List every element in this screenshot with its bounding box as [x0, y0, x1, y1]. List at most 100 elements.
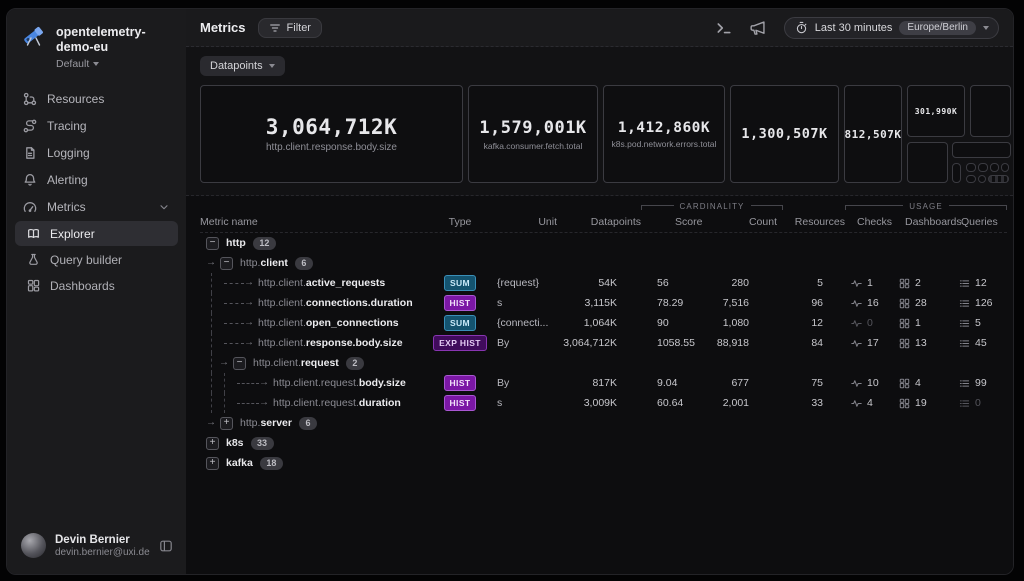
megaphone-icon[interactable] [750, 20, 766, 36]
col-queries[interactable]: Queries [953, 216, 1007, 228]
treemap-box[interactable] [952, 163, 961, 183]
col-unit[interactable]: Unit [487, 216, 563, 228]
table-row[interactable]: →−http.client.request2 [200, 353, 1007, 373]
col-datapoints[interactable]: Datapoints [563, 216, 641, 228]
treemap-box-kafka.consumer.fetch.total[interactable]: 1,579,001K kafka.consumer.fetch.total [468, 85, 598, 183]
score-cell: 9.04 [641, 377, 713, 389]
treemap-box-k8s.pod.network.errors.total[interactable]: 1,412,860Kk8s.pod.network.errors.total [603, 85, 725, 183]
sidebar-item-explorer[interactable]: Explorer [15, 221, 178, 246]
tree-connector [237, 403, 259, 404]
sidebar-collapse-icon[interactable] [159, 539, 173, 553]
col-checks[interactable]: Checks [845, 216, 893, 228]
treemap-box[interactable]: 301,990K [907, 85, 965, 137]
expand-toggle-minus-icon[interactable]: − [220, 257, 233, 270]
checks-icon [851, 378, 862, 389]
user-section[interactable]: Devin Bernier devin.bernier@uxi.de [7, 521, 186, 574]
expand-toggle-minus-icon[interactable]: − [206, 237, 219, 250]
filter-button[interactable]: Filter [258, 18, 322, 38]
sidebar-item-logging[interactable]: Logging [7, 140, 186, 166]
treemap-section: Datapoints 3,064,712Khttp.client.respons… [186, 47, 1013, 196]
sidebar-item-resources[interactable]: Resources [7, 86, 186, 112]
datapoints-cell: 54K [563, 277, 641, 289]
sidebar-item-alerting[interactable]: Alerting [7, 167, 186, 193]
datapoints-cell: 817K [563, 377, 641, 389]
table-row[interactable]: →−http.client6 [200, 253, 1007, 273]
expand-toggle-minus-icon[interactable]: − [233, 357, 246, 370]
metric-type-cell: EXP HIST [433, 335, 487, 351]
dashboards-icon [899, 338, 910, 349]
environment-selector[interactable]: Default [56, 58, 186, 70]
metrics-subnav: Explorer Query builder Dashboards [7, 221, 186, 298]
unit-cell: s [487, 397, 563, 409]
tree-arrow-icon: → [259, 398, 269, 408]
treemap-box-http.client.response.body.size[interactable]: 3,064,712Khttp.client.response.body.size [200, 85, 463, 183]
tree-arrow-icon: → [244, 278, 254, 288]
count-cell: 2,001 [713, 397, 783, 409]
sidebar-item-dashboards[interactable]: Dashboards [7, 273, 186, 298]
sidebar-item-tracing[interactable]: Tracing [7, 113, 186, 139]
table-row[interactable]: →http.client.active_requestsSUM{request}… [200, 273, 1007, 293]
treemap-box[interactable] [978, 175, 986, 183]
col-dashboards[interactable]: Dashboards [893, 216, 953, 228]
table-row[interactable]: →http.client.request.body.sizeHISTBy817K… [200, 373, 1007, 393]
dashboards-cell: 1 [893, 317, 953, 329]
col-score[interactable]: Score [641, 216, 713, 228]
checks-cell: 16 [845, 297, 893, 309]
col-metric-name[interactable]: Metric name [200, 216, 433, 228]
treemap-box[interactable] [988, 175, 1009, 183]
metric-segment: active_requests [306, 277, 385, 289]
checks-icon [851, 338, 862, 349]
treemap-value: 1,579,001K [479, 118, 586, 138]
treemap-box[interactable] [907, 142, 948, 183]
treemap-box[interactable] [1001, 163, 1009, 172]
treemap-box[interactable] [952, 142, 1011, 158]
metric-count-badge: 6 [299, 417, 317, 430]
col-resources[interactable]: Resources [783, 216, 845, 228]
metric-segment: server [260, 417, 292, 429]
expand-toggle-plus-icon[interactable]: + [206, 457, 219, 470]
treemap-box[interactable] [966, 175, 976, 183]
sidebar-item-metrics[interactable]: Metrics [7, 194, 186, 220]
tree-connector [224, 303, 244, 304]
metric-name-cell: →http.client.active_requests [200, 273, 433, 293]
workspace-name: opentelemetry-demo-eu [56, 22, 174, 55]
col-count[interactable]: Count [713, 216, 783, 228]
table-row[interactable]: →http.client.open_connectionsSUM{connect… [200, 313, 1007, 333]
table-row[interactable]: +k8s33 [200, 433, 1007, 453]
logging-icon [23, 146, 37, 160]
unit-cell: By [487, 337, 563, 349]
usage-value: 19 [915, 397, 927, 409]
tree-branch-arrow-icon: → [206, 418, 216, 428]
treemap-box[interactable] [966, 163, 976, 172]
tracing-icon [23, 119, 37, 133]
time-range-picker[interactable]: Last 30 minutes Europe/Berlin [784, 17, 999, 39]
table-row[interactable]: +kafka18 [200, 453, 1007, 473]
treemap-box[interactable]: 812,507K [844, 85, 902, 183]
expand-toggle-plus-icon[interactable]: + [220, 417, 233, 430]
table-row[interactable]: →http.client.response.body.sizeEXP HISTB… [200, 333, 1007, 353]
col-type[interactable]: Type [433, 216, 487, 228]
type-badge: HIST [444, 395, 477, 411]
terminal-icon[interactable] [716, 20, 732, 36]
table-row[interactable]: →http.client.connections.durationHISTs3,… [200, 293, 1007, 313]
tree-guide [206, 313, 219, 333]
datapoints-dropdown[interactable]: Datapoints [200, 56, 285, 76]
treemap-box[interactable] [990, 163, 999, 172]
treemap-label: k8s.pod.network.errors.total [612, 139, 717, 149]
treemap-label: kafka.consumer.fetch.total [484, 141, 583, 151]
count-cell: 677 [713, 377, 783, 389]
table-row[interactable]: →http.client.request.durationHISTs3,009K… [200, 393, 1007, 413]
workspace-header[interactable]: opentelemetry-demo-eu [7, 9, 186, 57]
dashboards-cell: 28 [893, 297, 953, 309]
dashboards-cell: 13 [893, 337, 953, 349]
expand-toggle-plus-icon[interactable]: + [206, 437, 219, 450]
usage-group-label: USAGE [845, 202, 1007, 211]
nav-label: Query builder [50, 253, 122, 267]
table-row[interactable]: −http12 [200, 233, 1007, 253]
treemap-box[interactable] [978, 163, 988, 172]
type-badge: HIST [444, 295, 477, 311]
treemap-box[interactable]: 1,300,507K [730, 85, 839, 183]
table-row[interactable]: →+http.server6 [200, 413, 1007, 433]
sidebar-item-query-builder[interactable]: Query builder [7, 247, 186, 272]
treemap-box[interactable] [970, 85, 1011, 137]
